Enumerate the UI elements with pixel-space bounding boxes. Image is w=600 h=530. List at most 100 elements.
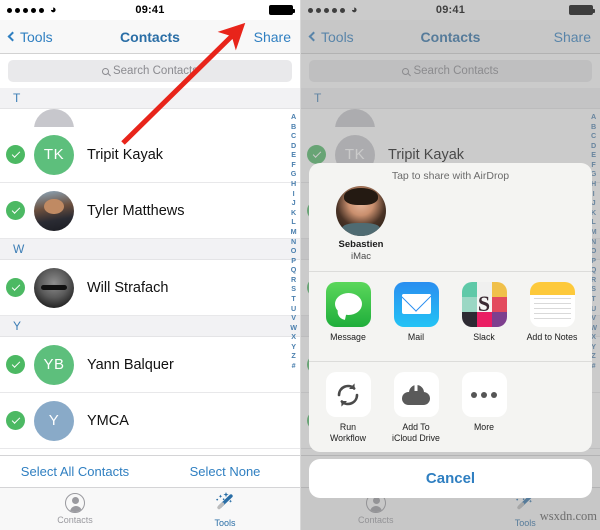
index-letter[interactable]: S — [291, 284, 296, 294]
avatar — [34, 190, 74, 231]
contact-name: YMCA — [87, 412, 129, 429]
slack-icon: S — [461, 281, 507, 327]
index-letter[interactable]: Q — [291, 265, 297, 275]
avatar: TK — [34, 134, 74, 175]
status-bar: ◕ 09:41 — [0, 0, 300, 20]
message-icon — [325, 281, 371, 327]
index-letter[interactable]: C — [291, 131, 296, 141]
share-target-message[interactable]: Message — [321, 281, 375, 353]
mail-icon — [393, 281, 439, 327]
index-letter[interactable]: O — [291, 246, 297, 256]
more-icon — [461, 372, 507, 418]
table-row[interactable]: Tyler Matthews — [0, 183, 300, 239]
share-app-row: Message Mail S Slack Add to Notes — [309, 272, 592, 363]
index-letter[interactable]: Y — [291, 342, 296, 352]
airdrop-person-device: iMac — [350, 250, 372, 262]
index-letter[interactable]: E — [291, 150, 296, 160]
avatar — [336, 186, 386, 236]
index-letter[interactable]: G — [291, 169, 297, 179]
tab-tools[interactable]: Tools — [150, 488, 300, 530]
selection-toolbar: Select All Contacts Select None — [0, 455, 300, 487]
index-letter[interactable]: N — [291, 237, 296, 247]
cancel-button[interactable]: Cancel — [309, 458, 592, 498]
index-letter[interactable]: I — [293, 189, 295, 199]
list-item-partial[interactable] — [0, 109, 300, 127]
airdrop-title: Tap to share with AirDrop — [391, 170, 510, 182]
table-row[interactable]: YB Yann Balquer — [0, 337, 300, 393]
refresh-icon — [325, 372, 371, 418]
index-letter[interactable]: L — [291, 217, 295, 227]
index-letter[interactable]: Z — [291, 351, 295, 361]
share-action-row: Run Workflow Add To iCloud Drive More — [309, 362, 592, 451]
alphabet-index[interactable]: A B C D E F G H I J K L M N O P Q R S T U V W X Y Z # — [290, 112, 297, 371]
index-letter[interactable]: B — [291, 122, 296, 132]
search-placeholder: Search Contacts — [112, 65, 198, 77]
index-letter[interactable]: A — [291, 112, 296, 122]
contacts-icon — [65, 493, 85, 513]
index-letter[interactable]: P — [291, 256, 296, 266]
section-header-w: W — [0, 239, 300, 260]
select-all-button[interactable]: Select All Contacts — [0, 464, 150, 479]
search-input[interactable]: Search Contacts — [8, 60, 292, 82]
index-letter[interactable]: T — [291, 294, 295, 304]
page-title: Contacts — [120, 28, 180, 45]
share-action-label: Run Workflow — [329, 422, 366, 443]
index-letter[interactable]: M — [291, 227, 297, 237]
checkmark-icon[interactable] — [6, 145, 25, 164]
index-letter[interactable]: # — [292, 361, 296, 371]
table-row[interactable]: Will Strafach — [0, 260, 300, 316]
search-container: Search Contacts — [0, 54, 300, 88]
notes-icon — [529, 281, 575, 327]
airdrop-section: Tap to share with AirDrop Sebastien iMac — [309, 163, 592, 272]
table-row[interactable]: Y YMCA — [0, 393, 300, 449]
share-target-mail[interactable]: Mail — [389, 281, 443, 353]
phone-screen-left: ◕ 09:41 Tools Contacts Share Search Cont… — [0, 0, 300, 530]
avatar: YB — [34, 344, 74, 385]
tab-contacts[interactable]: Contacts — [0, 488, 150, 530]
index-letter[interactable]: J — [292, 198, 296, 208]
share-action-icloud-drive[interactable]: Add To iCloud Drive — [389, 372, 443, 443]
index-letter[interactable]: X — [291, 332, 296, 342]
share-target-slack[interactable]: S Slack — [457, 281, 511, 353]
index-letter[interactable]: W — [290, 323, 297, 333]
index-letter[interactable]: H — [291, 179, 296, 189]
index-letter[interactable]: F — [291, 160, 295, 170]
index-letter[interactable]: K — [291, 208, 296, 218]
tab-contacts-label: Contacts — [57, 515, 93, 525]
avatar — [34, 109, 74, 127]
table-row[interactable]: TK Tripit Kayak — [0, 127, 300, 183]
checkmark-icon[interactable] — [6, 278, 25, 297]
status-bar-time: 09:41 — [135, 4, 165, 16]
checkmark-icon[interactable] — [6, 411, 25, 430]
share-action-label: Add To iCloud Drive — [392, 422, 440, 443]
share-target-label: Message — [330, 331, 366, 342]
contacts-list[interactable]: T TK Tripit Kayak Tyler Matthews W Will … — [0, 88, 300, 505]
contact-name: Will Strafach — [87, 279, 169, 296]
watermark: wsxdn.com — [539, 509, 597, 523]
airdrop-person-name: Sebastien — [338, 239, 384, 250]
index-letter[interactable]: U — [291, 304, 296, 314]
index-letter[interactable]: R — [291, 275, 296, 285]
select-none-button[interactable]: Select None — [150, 464, 300, 479]
screenshot-stage: ◕ 09:41 Tools Contacts Share Search Cont… — [0, 0, 600, 530]
share-target-label: Slack — [473, 331, 495, 342]
share-target-label: Add to Notes — [526, 331, 578, 342]
index-letter[interactable]: D — [291, 141, 296, 151]
share-action-run-workflow[interactable]: Run Workflow — [321, 372, 375, 443]
share-action-label: More — [473, 422, 495, 433]
contact-name: Yann Balquer — [87, 356, 174, 373]
navigation-bar: Tools Contacts Share — [0, 20, 300, 54]
tab-bar: Contacts Tools — [0, 487, 300, 530]
checkmark-icon[interactable] — [6, 201, 25, 220]
cloud-upload-icon — [393, 372, 439, 418]
share-action-more[interactable]: More — [457, 372, 511, 443]
avatar: Y — [34, 400, 74, 441]
contact-name: Tripit Kayak — [87, 146, 164, 163]
index-letter[interactable]: V — [291, 313, 296, 323]
magic-wand-icon — [214, 491, 236, 516]
share-target-notes[interactable]: Add to Notes — [525, 281, 579, 353]
avatar — [34, 267, 74, 308]
section-header-t: T — [0, 88, 300, 109]
checkmark-icon[interactable] — [6, 355, 25, 374]
airdrop-target-sebastien[interactable]: Sebastien iMac — [323, 186, 399, 263]
